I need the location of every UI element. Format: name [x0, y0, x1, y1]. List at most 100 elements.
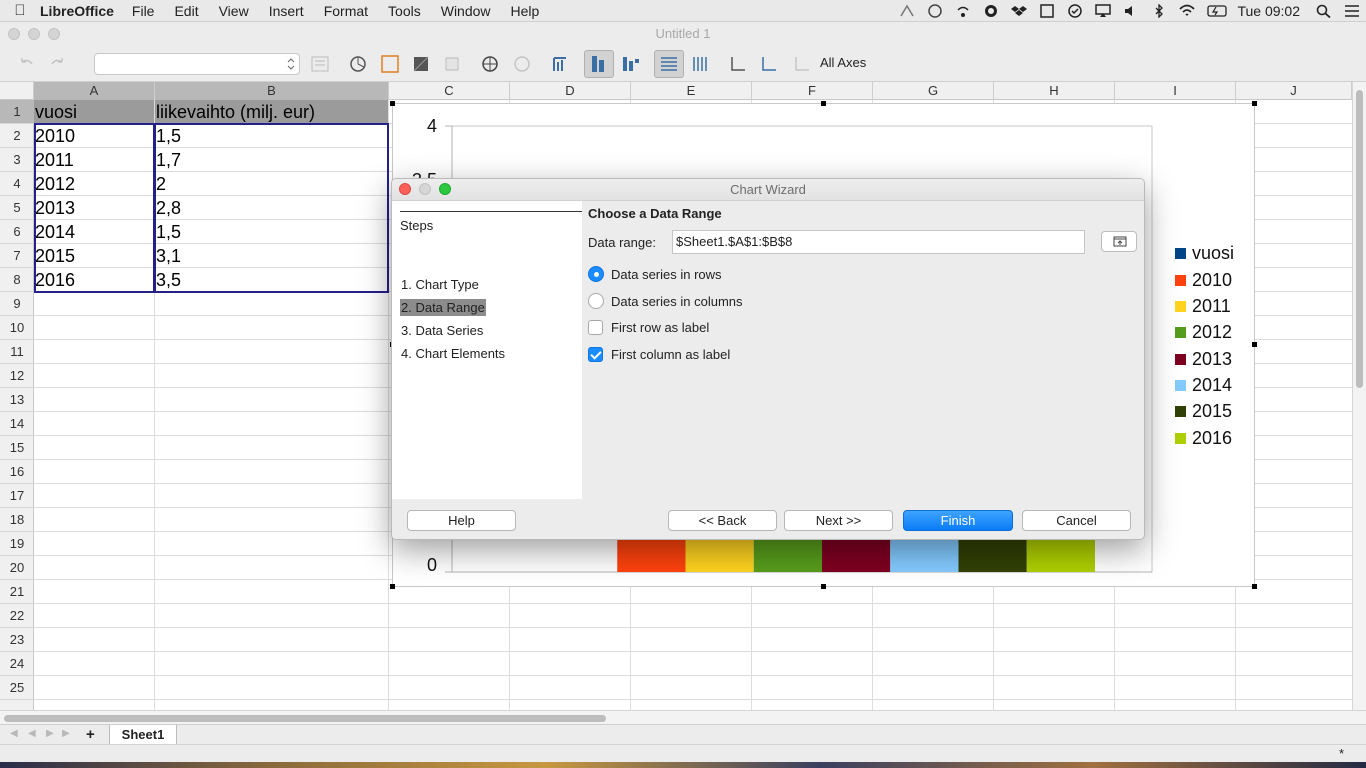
first-row-label-checkbox[interactable]	[588, 320, 603, 335]
cell-a1[interactable]: vuosi	[34, 100, 154, 124]
resize-handle[interactable]	[1252, 101, 1257, 106]
row-header[interactable]: 15	[0, 436, 34, 460]
resize-handle[interactable]	[821, 101, 826, 106]
first-column-label-checkbox[interactable]	[588, 347, 603, 362]
menu-file[interactable]: File	[132, 3, 155, 19]
all-axes-button[interactable]: All Axes	[820, 55, 866, 70]
zoom-window-button[interactable]	[48, 28, 60, 40]
chart-type-icon[interactable]	[348, 54, 368, 74]
row-header[interactable]: 13	[0, 388, 34, 412]
step-data-series[interactable]: 3. Data Series	[400, 322, 484, 339]
legend-icon[interactable]	[620, 54, 640, 74]
row-header[interactable]: 8	[0, 268, 34, 292]
row-header[interactable]: 24	[0, 652, 34, 676]
y-axis-icon[interactable]	[759, 54, 779, 74]
column-header-b[interactable]: B	[155, 82, 389, 100]
series-in-rows-radio[interactable]	[588, 266, 604, 282]
cancel-button[interactable]: Cancel	[1022, 510, 1131, 531]
row-header[interactable]: 11	[0, 340, 34, 364]
film-icon[interactable]	[1039, 4, 1055, 18]
row-header[interactable]: 7	[0, 244, 34, 268]
wifi-status-icon[interactable]	[955, 4, 971, 18]
scroll-thumb[interactable]	[1356, 90, 1363, 388]
row-header[interactable]: 3	[0, 148, 34, 172]
row-header[interactable]: 25	[0, 676, 34, 700]
apple-icon[interactable]: 	[0, 2, 40, 19]
back-button[interactable]: << Back	[668, 510, 777, 531]
row-header[interactable]: 9	[0, 292, 34, 316]
status-icon[interactable]	[899, 4, 915, 18]
finish-button[interactable]: Finish	[903, 510, 1013, 531]
x-axis-icon[interactable]	[728, 54, 748, 74]
next-sheet-icon[interactable]: ▶	[46, 728, 54, 739]
sync-icon[interactable]	[983, 4, 999, 18]
column-header-h[interactable]: H	[994, 82, 1115, 100]
menu-view[interactable]: View	[219, 3, 249, 19]
series-in-columns-radio[interactable]	[588, 293, 604, 309]
previous-sheet-icon[interactable]: ◀	[28, 728, 36, 739]
wifi-icon[interactable]	[1179, 4, 1196, 18]
menu-tools[interactable]: Tools	[388, 3, 421, 19]
column-header-c[interactable]: C	[389, 82, 510, 100]
column-header-i[interactable]: I	[1115, 82, 1236, 100]
horizontal-grids-icon[interactable]	[654, 50, 684, 78]
scroll-thumb[interactable]	[4, 715, 606, 722]
resize-handle[interactable]	[390, 584, 395, 589]
row-header[interactable]: 22	[0, 604, 34, 628]
vertical-grids-icon[interactable]	[690, 54, 710, 74]
series-in-columns-option[interactable]: Data series in columns	[588, 293, 743, 309]
battery-icon[interactable]	[1207, 4, 1228, 18]
row-header[interactable]: 5	[0, 196, 34, 220]
dropbox-icon[interactable]	[1011, 4, 1028, 18]
redo-icon[interactable]	[48, 54, 68, 74]
dialog-close-button[interactable]	[399, 183, 411, 195]
column-header-j[interactable]: J	[1236, 82, 1352, 100]
row-header[interactable]: 2	[0, 124, 34, 148]
select-all-corner[interactable]	[0, 82, 34, 100]
column-header-f[interactable]: F	[752, 82, 873, 100]
legend-on-off-icon[interactable]	[584, 50, 614, 78]
series-in-rows-option[interactable]: Data series in rows	[588, 266, 722, 282]
insert-titles-icon[interactable]	[550, 54, 570, 74]
data-range-input[interactable]: $Sheet1.$A$1:$B$8	[672, 230, 1085, 254]
column-header-d[interactable]: D	[510, 82, 631, 100]
first-sheet-icon[interactable]: ◀	[10, 728, 18, 739]
horizontal-scrollbar[interactable]	[0, 710, 1366, 724]
resize-handle[interactable]	[821, 584, 826, 589]
shrink-dialog-button[interactable]	[1101, 231, 1137, 252]
step-data-range[interactable]: 2. Data Range	[400, 299, 486, 316]
row-header[interactable]: 12	[0, 364, 34, 388]
menubar-clock[interactable]: Tue 09:02	[1237, 3, 1300, 19]
sheet-tab[interactable]: Sheet1	[109, 725, 177, 745]
volume-icon[interactable]	[1123, 4, 1139, 18]
menu-window[interactable]: Window	[441, 3, 491, 19]
step-chart-type[interactable]: 1. Chart Type	[400, 276, 480, 293]
last-sheet-icon[interactable]: ▶	[62, 728, 70, 739]
data-ranges-icon[interactable]	[512, 54, 532, 74]
row-header[interactable]: 16	[0, 460, 34, 484]
row-header[interactable]: 17	[0, 484, 34, 508]
help-button[interactable]: Help	[407, 510, 516, 531]
3d-view-icon[interactable]	[442, 54, 462, 74]
undo-icon[interactable]	[16, 54, 36, 74]
column-header-a[interactable]: A	[34, 82, 155, 100]
row-header[interactable]: 19	[0, 532, 34, 556]
resize-handle[interactable]	[390, 101, 395, 106]
row-header[interactable]: 1	[0, 100, 34, 124]
row-header[interactable]: 18	[0, 508, 34, 532]
column-header-g[interactable]: G	[873, 82, 994, 100]
chart-element-select[interactable]	[94, 53, 300, 75]
menu-insert[interactable]: Insert	[269, 3, 304, 19]
menu-help[interactable]: Help	[511, 3, 540, 19]
row-header[interactable]: 10	[0, 316, 34, 340]
chart-wall-icon[interactable]	[411, 54, 431, 74]
bluetooth-icon[interactable]	[1151, 3, 1167, 19]
notification-center-icon[interactable]	[1344, 4, 1360, 18]
row-header[interactable]: 4	[0, 172, 34, 196]
row-header[interactable]: 23	[0, 628, 34, 652]
row-header[interactable]: 20	[0, 556, 34, 580]
resize-handle[interactable]	[1252, 342, 1257, 347]
dialog-zoom-button[interactable]	[439, 183, 451, 195]
column-header-e[interactable]: E	[631, 82, 752, 100]
chart-area-icon[interactable]	[380, 54, 400, 74]
